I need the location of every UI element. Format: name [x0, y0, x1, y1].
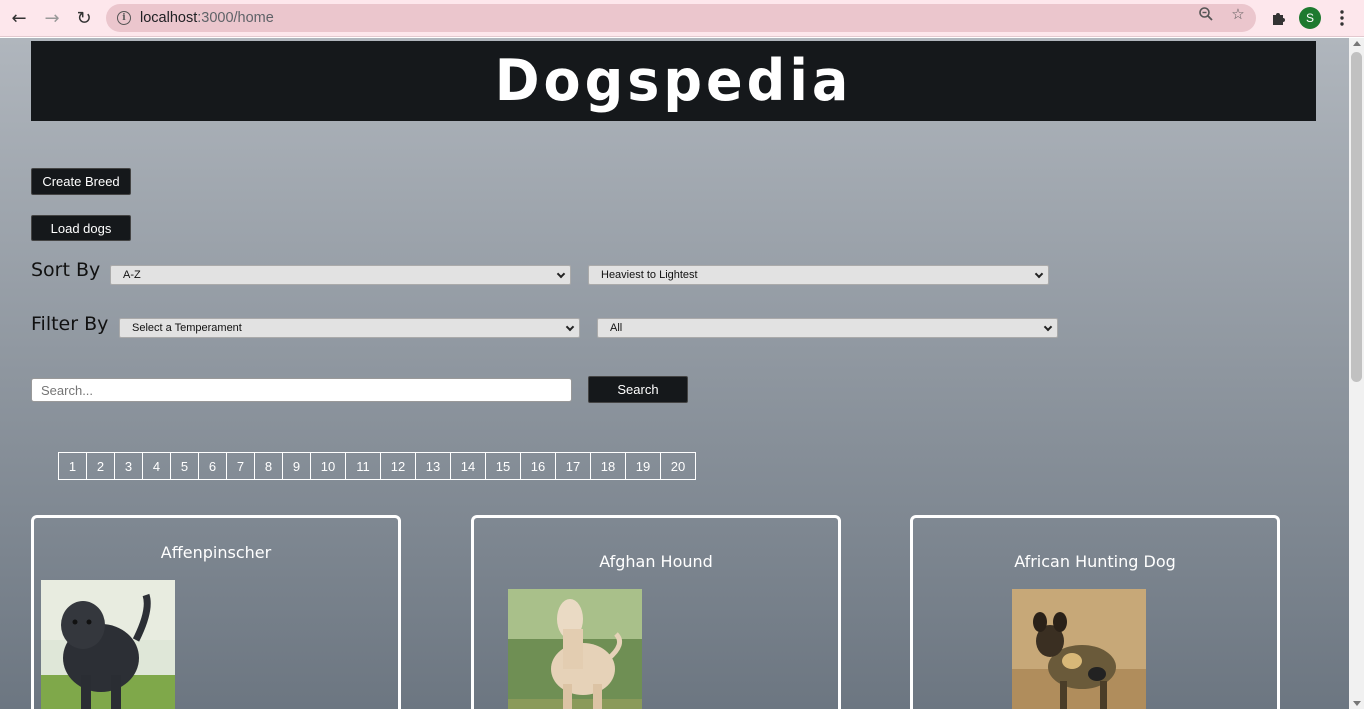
create-breed-button[interactable]: Create Breed [31, 168, 131, 195]
chevron-down-icon [1034, 269, 1044, 279]
dog-image [1012, 589, 1146, 709]
site-info-icon[interactable]: i [117, 11, 131, 25]
scroll-up-icon[interactable] [1353, 41, 1361, 46]
page-button[interactable]: 20 [660, 452, 696, 480]
bookmark-star-icon[interactable]: ☆ [1230, 5, 1246, 23]
load-dogs-button[interactable]: Load dogs [31, 215, 131, 241]
page-button[interactable]: 7 [226, 452, 255, 480]
extensions-icon[interactable] [1270, 10, 1286, 26]
sort-weight-value: Heaviest to Lightest [601, 269, 698, 281]
dog-image [508, 589, 642, 709]
page-button[interactable]: 14 [450, 452, 486, 480]
site-logo: Dogspedia [494, 47, 853, 114]
scrollbar-thumb[interactable] [1351, 52, 1362, 382]
dog-card[interactable]: African Hunting Dog [910, 515, 1280, 709]
page-button[interactable]: 13 [415, 452, 451, 480]
filter-label: Filter By [31, 313, 109, 335]
page-button[interactable]: 17 [555, 452, 591, 480]
sort-weight-select[interactable]: Heaviest to Lightest [588, 265, 1049, 285]
pagination: 1 2 3 4 5 6 7 8 9 10 11 12 13 14 15 16 17 18 19 20 [58, 452, 696, 480]
page-button[interactable]: 11 [345, 452, 381, 480]
reload-icon[interactable]: ↻ [71, 6, 97, 30]
origin-value: All [610, 322, 623, 334]
temperament-select[interactable]: Select a Temperament [119, 318, 580, 338]
zoom-icon[interactable] [1198, 6, 1214, 22]
page-button[interactable]: 2 [86, 452, 115, 480]
back-icon[interactable]: ← [6, 6, 32, 30]
dog-card-title: Afghan Hound [599, 552, 713, 571]
forward-icon[interactable]: → [39, 6, 65, 30]
page-button[interactable]: 18 [590, 452, 626, 480]
page-button[interactable]: 5 [170, 452, 199, 480]
sort-label: Sort By [31, 259, 101, 281]
dog-card-title: African Hunting Dog [1014, 552, 1176, 571]
browser-toolbar: ← → ↻ i localhost:3000/home ☆ S [0, 0, 1364, 37]
chevron-down-icon [556, 269, 566, 279]
scroll-down-icon[interactable] [1353, 701, 1361, 706]
page-button[interactable]: 1 [58, 452, 87, 480]
dog-card[interactable]: Afghan Hound [471, 515, 841, 709]
chevron-down-icon [1043, 322, 1053, 332]
sort-alpha-select[interactable]: A-Z [110, 265, 571, 285]
origin-select[interactable]: All [597, 318, 1058, 338]
address-bar[interactable]: i localhost:3000/home [106, 4, 1256, 32]
temperament-value: Select a Temperament [132, 322, 242, 334]
site-header: Dogspedia [31, 41, 1316, 121]
chevron-down-icon [565, 322, 575, 332]
page-scrollbar[interactable] [1349, 38, 1364, 709]
search-input[interactable] [31, 378, 572, 402]
page-button[interactable]: 4 [142, 452, 171, 480]
menu-kebab-icon[interactable] [1334, 10, 1350, 26]
page-button[interactable]: 15 [485, 452, 521, 480]
page-button[interactable]: 19 [625, 452, 661, 480]
dog-image [41, 580, 175, 709]
url-text: localhost:3000/home [140, 10, 274, 26]
page-button[interactable]: 16 [520, 452, 556, 480]
page-button[interactable]: 9 [282, 452, 311, 480]
profile-avatar[interactable]: S [1299, 7, 1321, 29]
page-button[interactable]: 6 [198, 452, 227, 480]
search-button[interactable]: Search [588, 376, 688, 403]
page-button[interactable]: 8 [254, 452, 283, 480]
page-viewport: Dogspedia Create Breed Load dogs Sort By… [0, 38, 1349, 709]
page-button[interactable]: 10 [310, 452, 346, 480]
dog-card[interactable]: Affenpinscher [31, 515, 401, 709]
sort-alpha-value: A-Z [123, 269, 141, 281]
dog-card-title: Affenpinscher [160, 543, 272, 562]
page-button[interactable]: 3 [114, 452, 143, 480]
page-button[interactable]: 12 [380, 452, 416, 480]
